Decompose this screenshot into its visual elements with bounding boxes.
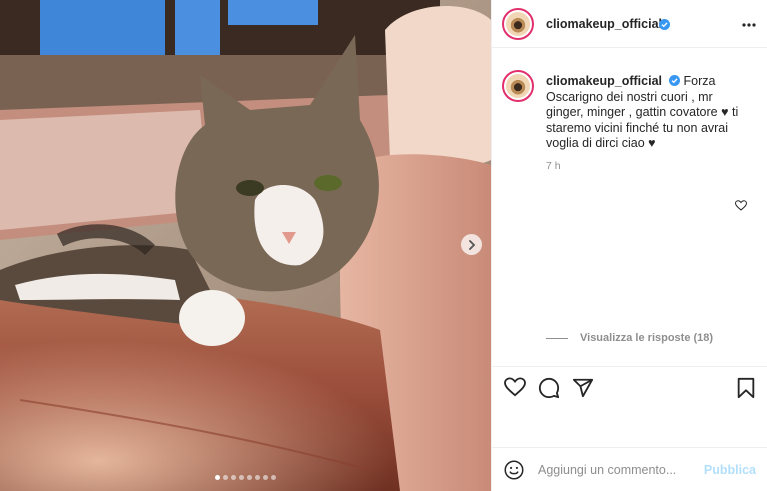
caption-text-block: cliomakeup_official Forza Oscarigno dei … bbox=[546, 74, 750, 152]
verified-badge-icon bbox=[669, 75, 681, 86]
view-replies-button[interactable]: Visualizza le risposte (18) bbox=[546, 332, 713, 344]
post-timestamp[interactable]: 7 h bbox=[546, 160, 561, 172]
share-button[interactable] bbox=[572, 377, 594, 404]
replies-divider bbox=[546, 337, 568, 339]
like-button[interactable] bbox=[504, 377, 526, 402]
carousel-dot bbox=[247, 475, 252, 480]
carousel-dot bbox=[223, 475, 228, 480]
view-replies-label: Visualizza le risposte (18) bbox=[580, 332, 714, 344]
carousel-dot bbox=[215, 475, 220, 480]
caption-avatar[interactable] bbox=[502, 70, 534, 102]
post-header: cliomakeup_official bbox=[492, 0, 767, 48]
post-side-panel: cliomakeup_official cliomakeup_official … bbox=[491, 0, 767, 491]
caption-username[interactable]: cliomakeup_official bbox=[546, 74, 662, 88]
post-image[interactable] bbox=[0, 0, 491, 491]
add-comment-bar: Pubblica bbox=[492, 447, 767, 491]
share-icon bbox=[572, 378, 594, 398]
comment-button[interactable] bbox=[538, 377, 560, 404]
carousel-dot bbox=[263, 475, 268, 480]
author-username[interactable]: cliomakeup_official bbox=[546, 17, 662, 31]
like-caption-button[interactable] bbox=[734, 198, 748, 216]
comment-icon bbox=[538, 377, 560, 399]
heart-icon bbox=[504, 377, 526, 397]
verified-badge-icon bbox=[659, 19, 670, 30]
more-dots-icon bbox=[742, 23, 756, 27]
comment-input[interactable] bbox=[538, 460, 698, 480]
carousel-dot bbox=[255, 475, 260, 480]
carousel-dot bbox=[231, 475, 236, 480]
bookmark-icon bbox=[737, 377, 755, 399]
publish-button[interactable]: Pubblica bbox=[704, 463, 756, 477]
heart-outline-icon bbox=[734, 200, 748, 211]
save-button[interactable] bbox=[736, 377, 756, 404]
smiley-icon bbox=[504, 460, 524, 480]
carousel-dots bbox=[0, 475, 491, 480]
carousel-dot bbox=[271, 475, 276, 480]
more-options-button[interactable] bbox=[742, 14, 756, 32]
next-image-button[interactable] bbox=[461, 234, 482, 255]
avatar[interactable] bbox=[502, 8, 534, 40]
chevron-right-icon bbox=[468, 239, 475, 250]
post-actions-bar bbox=[492, 366, 767, 446]
cat-photo bbox=[0, 0, 491, 491]
carousel-dot bbox=[239, 475, 244, 480]
emoji-button[interactable] bbox=[504, 460, 524, 485]
